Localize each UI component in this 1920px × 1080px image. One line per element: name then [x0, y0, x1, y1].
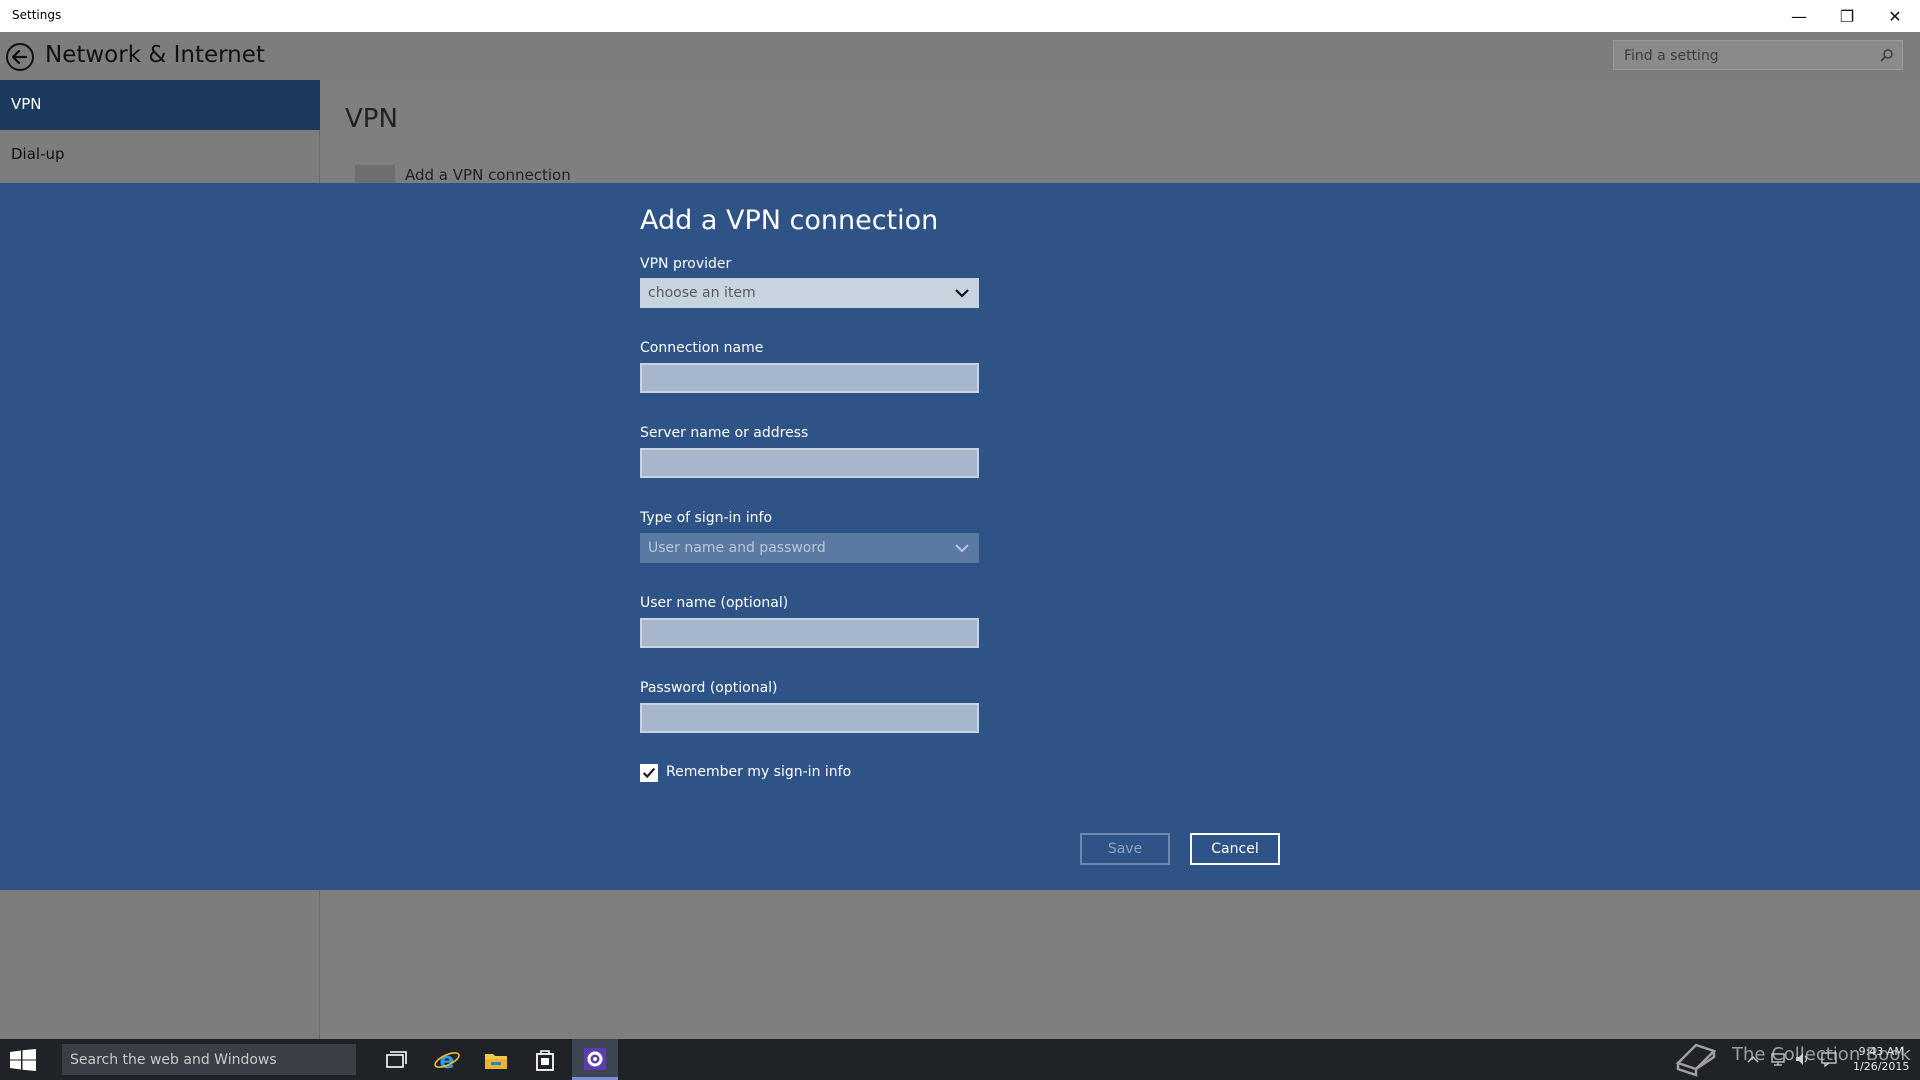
chevron-down-icon — [955, 544, 969, 553]
store-icon[interactable] — [530, 1045, 560, 1075]
window-title: Settings — [12, 8, 62, 22]
minimize-icon: — — [1791, 6, 1807, 26]
close-button[interactable]: ✕ — [1872, 0, 1918, 32]
connection-name-field[interactable] — [640, 363, 979, 393]
sidebar-item-label: VPN — [11, 95, 42, 113]
clock-date: 1/26/2015 — [1853, 1060, 1910, 1073]
remember-signin-checkbox[interactable] — [640, 764, 658, 782]
cancel-button[interactable]: Cancel — [1190, 833, 1280, 865]
windows-start-icon[interactable] — [10, 1049, 36, 1071]
search-icon[interactable] — [1880, 48, 1894, 62]
username-label: User name (optional) — [640, 595, 789, 611]
find-setting-search[interactable] — [1613, 40, 1903, 70]
add-vpn-dialog: Add a VPN connection VPN provider choose… — [0, 183, 1920, 890]
username-field[interactable] — [640, 618, 979, 648]
vpn-provider-label: VPN provider — [640, 256, 732, 272]
search-input[interactable] — [1624, 46, 1874, 66]
add-vpn-connection-label: Add a VPN connection — [405, 166, 571, 184]
page-title: Network & Internet — [45, 42, 265, 68]
sidebar-item-vpn[interactable]: VPN — [0, 80, 320, 130]
dialog-title: Add a VPN connection — [640, 205, 939, 236]
signin-type-select[interactable]: User name and password — [640, 533, 979, 563]
vpn-provider-value: choose an item — [648, 285, 756, 301]
restore-icon: ❐ — [1839, 6, 1855, 26]
back-arrow-icon[interactable] — [5, 42, 35, 72]
internet-explorer-icon[interactable]: e — [432, 1045, 462, 1075]
chevron-down-icon — [955, 289, 969, 298]
checkmark-icon — [642, 767, 656, 779]
server-address-field[interactable] — [640, 448, 979, 478]
network-icon[interactable] — [1769, 1050, 1787, 1068]
signin-type-value: User name and password — [648, 540, 826, 556]
taskbar-search-box[interactable]: Search the web and Windows — [62, 1044, 356, 1075]
save-button[interactable]: Save — [1080, 833, 1170, 865]
sidebar-item-dial-up[interactable]: Dial-up — [0, 130, 320, 180]
connection-name-label: Connection name — [640, 340, 764, 356]
close-icon: ✕ — [1888, 6, 1902, 26]
signin-type-label: Type of sign-in info — [640, 510, 773, 526]
minimize-button[interactable]: — — [1776, 0, 1822, 32]
task-view-icon[interactable] — [381, 1045, 411, 1075]
remember-signin-label: Remember my sign-in info — [666, 764, 852, 780]
server-address-label: Server name or address — [640, 425, 809, 441]
vpn-provider-select[interactable]: choose an item — [640, 278, 979, 308]
sidebar-item-label: Dial-up — [11, 145, 65, 163]
action-center-icon[interactable] — [1820, 1050, 1838, 1068]
volume-icon[interactable] — [1793, 1050, 1811, 1068]
book-watermark-icon — [1675, 1043, 1717, 1077]
section-heading: VPN — [345, 104, 398, 134]
password-field[interactable] — [640, 703, 979, 733]
taskbar-clock[interactable]: 9:43 AM 1/26/2015 — [1853, 1044, 1909, 1074]
title-bar: Settings — ❐ ✕ — [0, 0, 1920, 32]
restore-button[interactable]: ❐ — [1824, 0, 1870, 32]
chevron-up-icon[interactable] — [1745, 1052, 1761, 1068]
taskbar: Search the web and Windows e — [0, 1039, 1920, 1080]
clock-time: 9:43 AM — [1858, 1045, 1904, 1058]
taskbar-search-placeholder: Search the web and Windows — [70, 1052, 277, 1068]
settings-app-taskbar-button[interactable] — [572, 1039, 618, 1080]
settings-header: Network & Internet — [0, 32, 1920, 80]
settings-icon — [584, 1048, 606, 1070]
password-label: Password (optional) — [640, 680, 778, 696]
file-explorer-icon[interactable] — [481, 1045, 511, 1075]
